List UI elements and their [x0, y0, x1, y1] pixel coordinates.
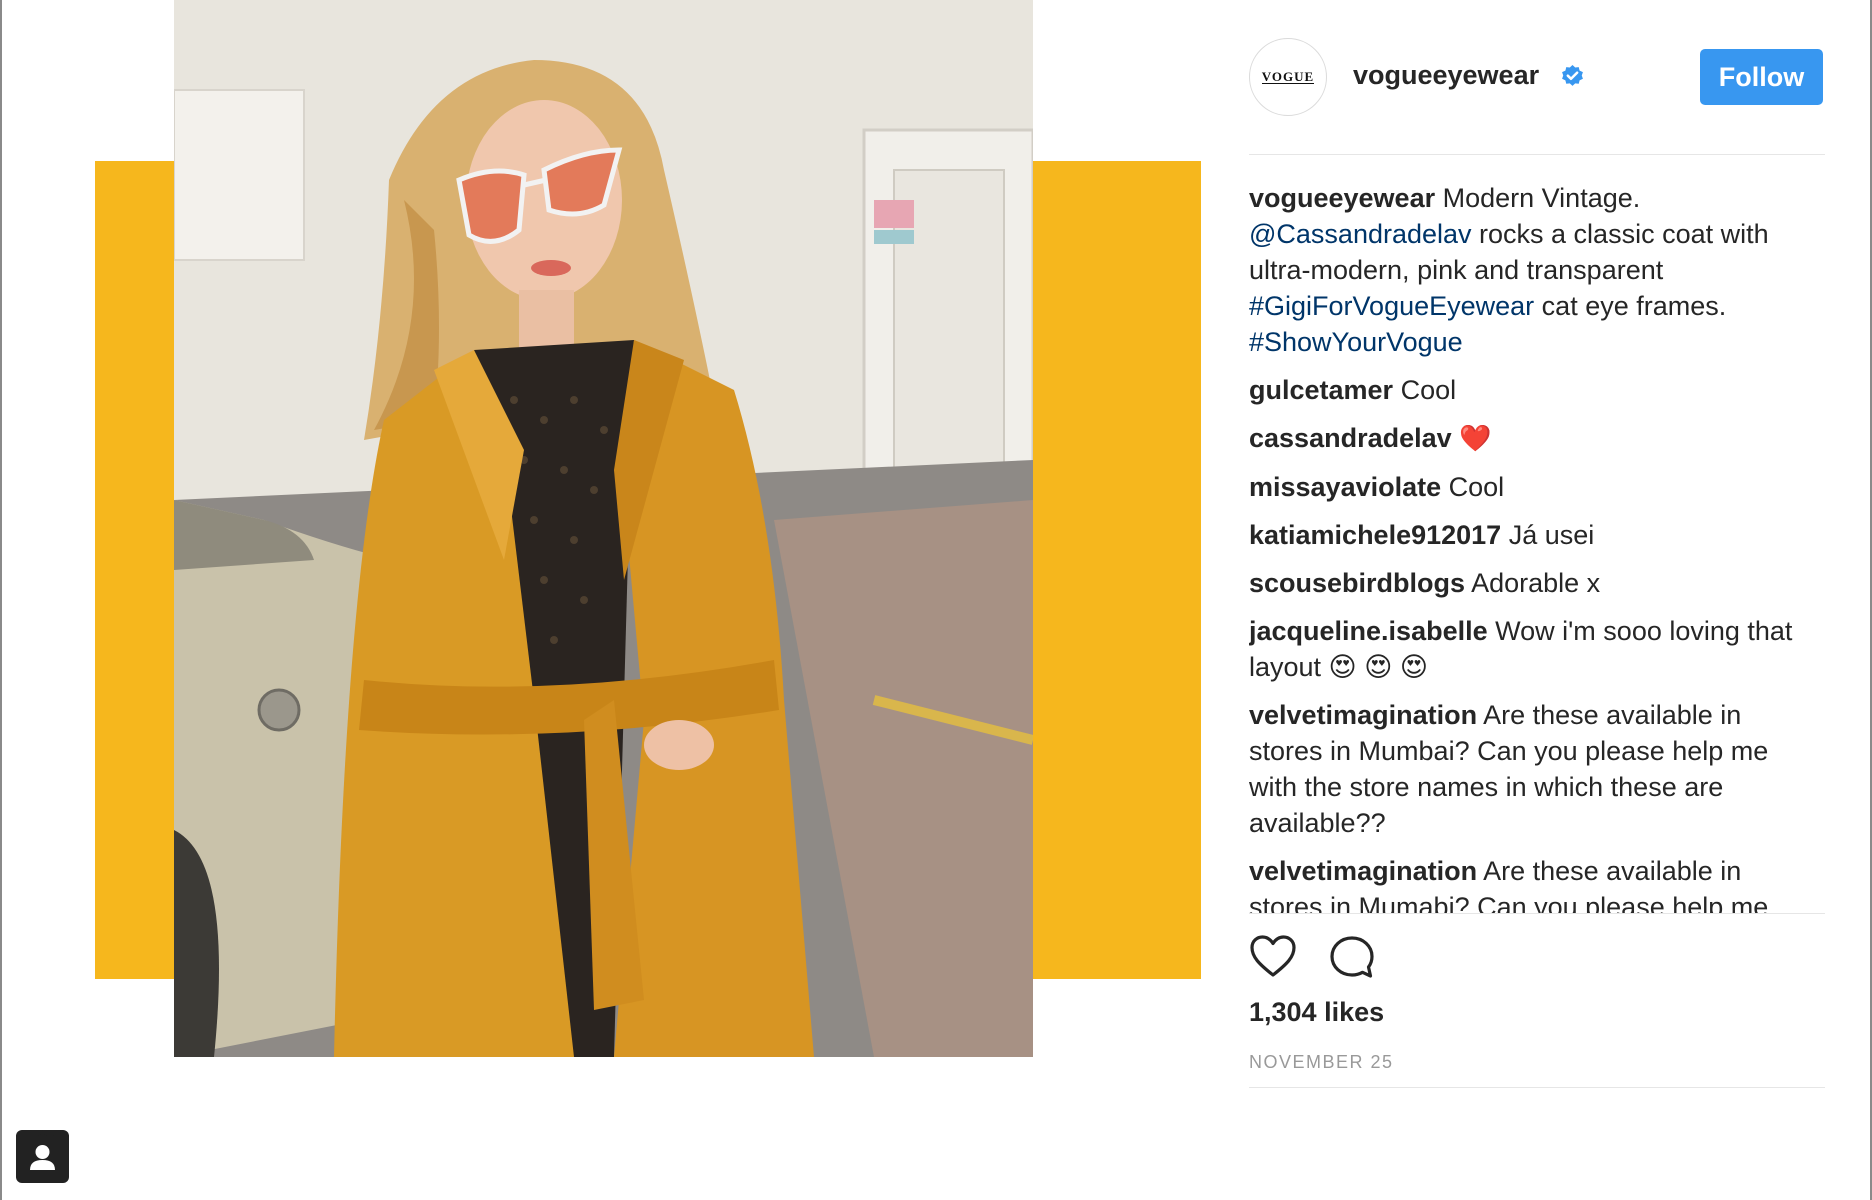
caption-hashtag-link[interactable]: #GigiForVogueEyewear [1249, 291, 1534, 321]
profile-badge-button[interactable] [16, 1130, 69, 1183]
comment-username[interactable]: missayaviolate [1249, 472, 1441, 502]
comments-list[interactable]: vogueeyewear Modern Vintage. @Cassandrad… [1249, 180, 1809, 913]
comment-username[interactable]: katiamichele912017 [1249, 520, 1501, 550]
photo-illustration [174, 0, 1033, 1057]
window-left-edge [0, 0, 2, 1200]
comment-item: velvetimagination Are these available in… [1249, 853, 1809, 913]
likes-count[interactable]: 1,304 likes [1249, 997, 1384, 1028]
comment-item: missayaviolate Cool [1249, 469, 1809, 505]
caption: vogueeyewear Modern Vintage. @Cassandrad… [1249, 180, 1809, 360]
caption-text-3: cat eye frames. [1534, 291, 1727, 321]
comments-divider [1249, 913, 1825, 914]
comment-username[interactable]: gulcetamer [1249, 375, 1393, 405]
caption-username[interactable]: vogueeyewear [1249, 183, 1435, 213]
comment-username[interactable]: scousebirdblogs [1249, 568, 1465, 598]
comment-username[interactable]: jacqueline.isabelle [1249, 616, 1488, 646]
comment-item: velvetimagination Are these available in… [1249, 697, 1809, 841]
caption-mention-link[interactable]: @Cassandradelav [1249, 219, 1472, 249]
post-date: NOVEMBER 25 [1249, 1052, 1394, 1072]
avatar-logo-text: VOGUE [1261, 68, 1315, 84]
follow-button[interactable]: Follow [1700, 49, 1823, 105]
post-actions [1249, 934, 1449, 984]
caption-text-1: Modern Vintage. [1435, 183, 1641, 213]
user-silhouette-icon [29, 1130, 56, 1170]
verified-badge-icon [1562, 65, 1583, 86]
comment-username[interactable]: velvetimagination [1249, 700, 1477, 730]
comment-text: Adorable x [1471, 568, 1601, 598]
heart-icon[interactable] [1249, 934, 1297, 978]
footer-divider [1249, 1087, 1825, 1088]
comment-text: Cool [1400, 375, 1457, 405]
comment-item: jacqueline.isabelle Wow i'm sooo loving … [1249, 613, 1809, 685]
comment-bubble-icon[interactable] [1330, 935, 1374, 979]
comment-item: scousebirdblogs Adorable x [1249, 565, 1809, 601]
comment-item: gulcetamer Cool [1249, 372, 1809, 408]
header-divider [1249, 154, 1825, 155]
comment-text: ❤️ [1459, 424, 1492, 454]
caption-hashtag-link[interactable]: #ShowYourVogue [1249, 327, 1463, 357]
comment-text: Cool [1448, 472, 1505, 502]
comment-text: Já usei [1508, 520, 1595, 550]
comment-item: cassandradelav ❤️ [1249, 420, 1809, 457]
comment-item: katiamichele912017 Já usei [1249, 517, 1809, 553]
comment-username[interactable]: cassandradelav [1249, 423, 1452, 453]
account-username[interactable]: vogueeyewear [1353, 60, 1539, 91]
account-avatar[interactable]: VOGUE [1249, 38, 1327, 116]
post-header: VOGUE vogueeyewear Follow [1249, 38, 1825, 118]
post-photo [174, 0, 1033, 1057]
comment-username[interactable]: velvetimagination [1249, 856, 1477, 886]
